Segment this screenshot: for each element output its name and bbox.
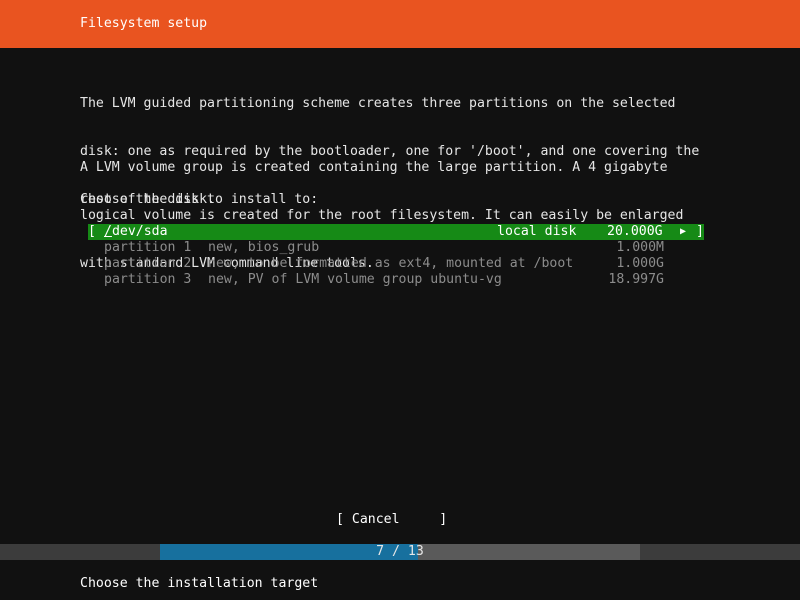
partition-label: partition 1: [104, 240, 192, 255]
disk-prompt: Choose the disk to install to:: [80, 192, 319, 207]
page-title: Filesystem setup: [80, 16, 208, 31]
partition-label: partition 2: [104, 256, 192, 271]
cancel-button[interactable]: [ Cancel ]: [336, 512, 447, 528]
partition-row: partition 2 new, to be formatted as ext4…: [88, 256, 704, 272]
partition-desc: new, bios_grub: [208, 240, 320, 255]
partition-size: 18.997G: [608, 272, 664, 287]
progress-bar: 7 / 13: [160, 544, 640, 560]
partition-row: partition 1 new, bios_grub 1.000M: [88, 240, 704, 256]
partition-desc: new, to be formatted as ext4, mounted at…: [208, 256, 574, 271]
details-line: logical volume is created for the root f…: [80, 208, 684, 223]
disk-sda-row[interactable]: [ /dev/sda local disk 20.000G ▶ ]: [88, 224, 704, 240]
open-bracket: [: [88, 224, 96, 239]
disk-name-first: /: [104, 224, 112, 239]
status-message: Choose the installation target: [80, 576, 319, 591]
title-bar: Filesystem setup: [0, 0, 800, 48]
progress-text: 7 / 13: [376, 544, 424, 559]
disk-name: /dev/sda: [104, 224, 168, 240]
partition-size: 1.000M: [616, 240, 664, 255]
partition-desc: new, PV of LVM volume group ubuntu-vg: [208, 272, 502, 287]
partition-row: partition 3 new, PV of LVM volume group …: [88, 272, 704, 288]
details-line: A LVM volume group is created containing…: [80, 160, 668, 175]
disk-size: 20.000G: [607, 224, 663, 239]
partition-size: 1.000G: [616, 256, 664, 271]
disk-type: local disk: [497, 224, 577, 239]
intro-line: The LVM guided partitioning scheme creat…: [80, 96, 676, 111]
disk-name-rest: dev/sda: [111, 224, 168, 239]
close-bracket: ]: [696, 224, 704, 239]
expand-arrow-icon[interactable]: ▶: [680, 224, 686, 240]
partition-label: partition 3: [104, 272, 192, 287]
